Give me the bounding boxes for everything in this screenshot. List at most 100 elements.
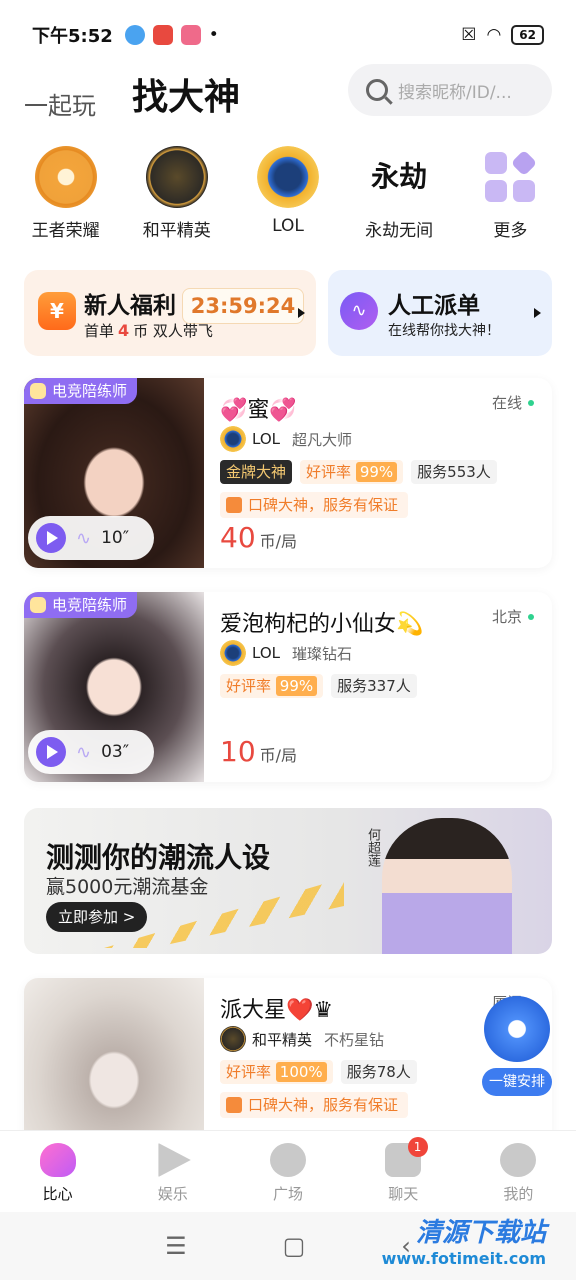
lol-icon	[256, 146, 319, 208]
online-status: 在线	[492, 392, 534, 413]
coach-badge-icon	[30, 597, 46, 613]
voice-intro-button[interactable]: ∿ 03″	[28, 730, 154, 774]
nav-square[interactable]: 广场	[230, 1131, 345, 1212]
rating-value: 99%	[275, 676, 318, 696]
menu-icon[interactable]: ☰	[165, 1232, 187, 1260]
player-card[interactable]: 电竞陪练师 ∿ 10″ 💞蜜💞 在线 LOL 超凡大师 金牌大神 好评率 99%…	[24, 378, 552, 568]
game-label: 和平精英	[142, 221, 211, 241]
game-lol[interactable]: LOL	[238, 146, 338, 241]
profile-icon	[500, 1143, 537, 1177]
dispatch-title: 人工派单	[388, 293, 480, 319]
arrow-right-icon	[534, 308, 541, 318]
coach-badge: 电竞陪练师	[24, 378, 138, 404]
peace-elite-icon	[220, 1026, 246, 1052]
tag-row: 金牌大神 好评率 99% 服务553人	[220, 460, 497, 484]
banner-signature: 何超莲	[365, 828, 380, 867]
manual-dispatch-card[interactable]: ∿ 人工派单 在线帮你找大神！	[328, 270, 552, 356]
countdown-timer: 23:59:24	[182, 288, 304, 324]
status-bar: 下午5:52 • ☒ ◠ 62	[0, 0, 576, 70]
newbie-sub-number: 4	[118, 321, 130, 340]
one-click-arrange-label: 一键安排	[482, 1068, 552, 1096]
service-count-tag: 服务78人	[340, 1060, 417, 1084]
newbie-welfare-card[interactable]: ¥ 新人福利 23:59:24 首单 4 币 双人带飞	[24, 270, 316, 356]
more-icon	[479, 146, 541, 208]
nav-label: 广场	[273, 1185, 304, 1203]
praise-label: 口碑大神，服务有保证	[248, 1096, 399, 1114]
player-card[interactable]: 电竞陪练师 ∿ 03″ 爱泡枸杞的小仙女💫 北京 LOL 璀璨钻石 好评率 99…	[24, 592, 552, 782]
player-photo: 电竞陪练师 ∿ 03″	[24, 592, 204, 782]
price-value: 10	[220, 735, 256, 768]
player-name: 派大星❤️♛	[220, 998, 334, 1023]
peace-elite-icon	[145, 146, 208, 208]
gold-master-tag: 金牌大神	[220, 460, 293, 484]
nav-mine[interactable]: 我的	[461, 1131, 576, 1212]
app-notification-icon	[124, 25, 145, 45]
tag-row: 好评率 99% 服务337人	[220, 674, 417, 698]
thumbs-up-icon	[226, 497, 242, 513]
game-honor-of-kings[interactable]: 王者荣耀	[16, 146, 116, 241]
voice-duration: 10″	[101, 528, 130, 548]
home-icon[interactable]: ▢	[283, 1232, 306, 1260]
one-click-arrange-button[interactable]: 一键安排	[482, 996, 552, 1100]
tag-row: 好评率 100% 服务78人	[220, 1060, 417, 1084]
search-input[interactable]: 搜索昵称/ID/...	[348, 64, 552, 116]
rating-value: 100%	[275, 1062, 327, 1082]
player-card[interactable]: 派大星❤️♛ 厦门 和平精英 不朽星钻 好评率 100% 服务78人 口碑大神，…	[24, 978, 552, 1148]
game-more[interactable]: 更多	[460, 146, 560, 241]
banner-subtitle: 赢5000元潮流基金	[46, 876, 209, 898]
game-label: 王者荣耀	[31, 221, 100, 241]
bottom-navigation: 比心 娱乐 广场 1 聊天 我的	[0, 1130, 576, 1212]
nav-label: 比心	[42, 1185, 73, 1203]
voice-intro-button[interactable]: ∿ 10″	[28, 516, 154, 560]
game-label: 更多	[493, 221, 528, 241]
play-icon	[36, 523, 66, 553]
rating-value: 99%	[355, 462, 398, 482]
search-icon	[366, 79, 388, 101]
praise-label: 口碑大神，服务有保证	[248, 496, 399, 514]
coin-icon: ¥	[38, 292, 76, 330]
dispatch-subtitle: 在线帮你找大神！	[388, 323, 500, 339]
game-peace-elite[interactable]: 和平精英	[127, 146, 227, 241]
game-category-row: 王者荣耀 和平精英 LOL 永劫 永劫无间 更多	[0, 146, 576, 241]
more-notifications-icon: •	[208, 25, 219, 45]
sim-off-icon: ☒	[461, 25, 477, 45]
rank-label: 不朽星钻	[324, 1030, 385, 1049]
game-naraka[interactable]: 永劫 永劫无间	[349, 146, 449, 241]
wifi-icon: ◠	[486, 25, 502, 45]
coach-badge: 电竞陪练师	[24, 592, 138, 618]
nav-chat[interactable]: 1 聊天	[346, 1131, 461, 1212]
nav-label: 娱乐	[157, 1185, 188, 1203]
lol-icon	[220, 640, 246, 666]
waveform-icon: ∿	[76, 741, 92, 763]
rating-tag: 好评率 99%	[300, 460, 404, 484]
service-count-tag: 服务553人	[411, 460, 497, 484]
naraka-icon: 永劫	[368, 146, 431, 208]
game-rank-row: LOL 超凡大师	[220, 426, 352, 452]
online-dot	[528, 613, 534, 620]
heart-icon	[39, 1143, 76, 1177]
watermark: 清源下载站 www.fotimeit.com	[382, 1212, 546, 1280]
nav-bixin[interactable]: 比心	[0, 1131, 115, 1212]
rating-label: 好评率	[306, 463, 352, 481]
game-rank-row: LOL 璀璨钻石	[220, 640, 352, 666]
waveform-icon: ∿	[76, 527, 92, 549]
nav-entertainment[interactable]: 娱乐	[115, 1131, 230, 1212]
game-label: 永劫无间	[365, 221, 434, 241]
player-photo: 电竞陪练师 ∿ 10″	[24, 378, 204, 568]
voice-duration: 03″	[101, 742, 130, 762]
newbie-sub-text: 首单	[84, 322, 115, 340]
arrow-right-icon	[298, 308, 305, 318]
price-unit: 币/局	[259, 532, 298, 551]
rating-tag: 好评率 99%	[220, 674, 324, 698]
player-name: 💞蜜💞	[220, 398, 297, 423]
top-header: 一起玩 找大神 搜索昵称/ID/...	[0, 62, 576, 122]
tab-find-master[interactable]: 找大神	[132, 68, 240, 120]
tab-play-together[interactable]: 一起玩	[24, 86, 96, 121]
rating-label: 好评率	[226, 677, 272, 695]
online-dot	[528, 399, 534, 406]
player-photo	[24, 978, 204, 1148]
waveform-icon: ∿	[340, 292, 378, 330]
player-name: 爱泡枸杞的小仙女💫	[220, 612, 424, 637]
join-now-button[interactable]: 立即参加 >	[46, 902, 148, 932]
trend-persona-banner[interactable]: 测测你的潮流人设 赢5000元潮流基金 立即参加 > 何超莲	[24, 808, 552, 954]
